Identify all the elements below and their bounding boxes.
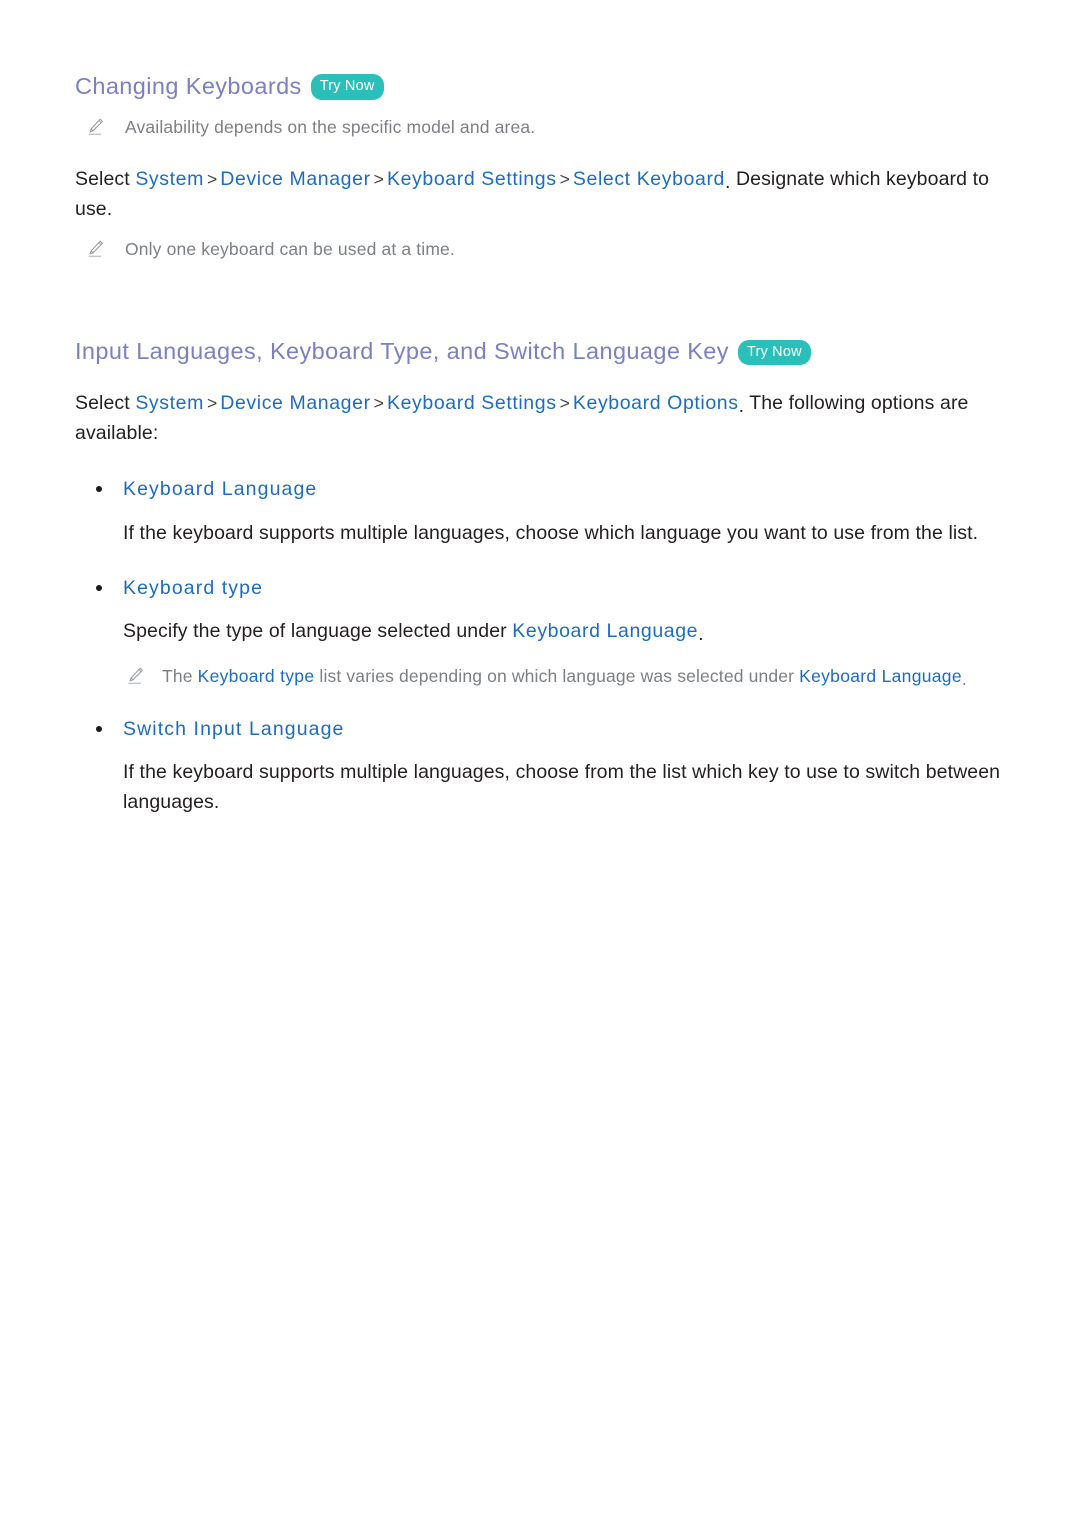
try-now-badge[interactable]: Try Now	[310, 74, 384, 100]
inline-link-keyboard-language[interactable]: Keyboard Language	[799, 666, 962, 686]
path-separator-icon: >	[559, 393, 570, 414]
path-separator-icon: >	[559, 169, 570, 190]
path-item-keyboard-settings[interactable]: Keyboard Settings	[387, 168, 557, 190]
option-description-switch-input-language: If the keyboard supports multiple langua…	[123, 761, 1001, 814]
menu-path-keyboard-options: Select System > Device Manager > Keyboard Se…	[75, 365, 1005, 448]
path-item-keyboard-options[interactable]: Keyboard Options	[573, 392, 739, 414]
path-item-select-keyboard[interactable]: Select Keyboard	[573, 168, 725, 190]
inline-link-keyboard-language[interactable]: Keyboard Language	[512, 620, 698, 642]
note-text: The Keyboard type list varies depending …	[162, 663, 1005, 690]
note-part-2: list varies depending on which language …	[319, 666, 795, 687]
option-label-keyboard-language[interactable]: Keyboard Language	[123, 475, 317, 503]
list-item: Keyboard Language	[75, 448, 1005, 503]
list-item: Switch Input Language	[75, 690, 1005, 743]
path-separator-icon: >	[206, 393, 218, 414]
note-period: .	[961, 669, 967, 690]
path-item-device-manager[interactable]: Device Manager	[220, 392, 370, 414]
path-lead: Select	[75, 392, 130, 415]
path-period: .	[724, 171, 731, 194]
section-heading-input-languages: Input Languages, Keyboard Type, and Swit…	[75, 263, 1005, 366]
path-lead: Select	[75, 168, 130, 191]
path-separator-icon: >	[206, 169, 218, 190]
note-one-keyboard: Only one keyboard can be used at a time.	[75, 224, 1005, 263]
note-availability: Availability depends on the specific mod…	[75, 100, 1005, 141]
note-text: Only one keyboard can be used at a time.	[125, 239, 455, 260]
section-heading-text: Changing Keyboards	[75, 73, 302, 99]
pencil-icon	[127, 667, 144, 686]
menu-path-select-keyboard: Select System > Device Manager > Keyboard Se…	[75, 141, 1005, 224]
description-lead: Specify the type of language selected un…	[123, 620, 507, 643]
path-item-system[interactable]: System	[135, 168, 204, 190]
inline-link-keyboard-type[interactable]: Keyboard type	[198, 666, 315, 686]
section-heading-text: Input Languages, Keyboard Type, and Swit…	[75, 338, 729, 365]
note-text: Availability depends on the specific mod…	[125, 117, 536, 138]
path-separator-icon: >	[373, 393, 384, 414]
pencil-icon	[87, 118, 104, 137]
bullet-dot-icon	[96, 726, 102, 733]
option-label-keyboard-type[interactable]: Keyboard type	[123, 574, 263, 602]
path-item-system[interactable]: System	[135, 392, 204, 414]
document-page: Changing Keyboards Try Now Availability …	[0, 0, 1080, 1527]
option-label-switch-input-language[interactable]: Switch Input Language	[123, 715, 345, 743]
description-period: .	[698, 623, 704, 646]
list-item: Keyboard type	[75, 548, 1005, 602]
option-description-keyboard-type: Specify the type of language selected un…	[75, 602, 1005, 646]
pencil-icon	[87, 240, 104, 259]
note-keyboard-type-varies: The Keyboard type list varies depending …	[75, 646, 1005, 690]
option-description-keyboard-language: If the keyboard supports multiple langua…	[123, 522, 979, 545]
path-item-keyboard-settings[interactable]: Keyboard Settings	[387, 392, 557, 414]
path-period: .	[738, 395, 745, 418]
path-separator-icon: >	[373, 169, 384, 190]
try-now-badge[interactable]: Try Now	[737, 339, 811, 366]
note-part-1: The	[162, 666, 193, 687]
section-heading-changing-keyboards: Changing Keyboards Try Now	[75, 0, 1005, 100]
bullet-dot-icon	[96, 585, 102, 592]
path-item-device-manager[interactable]: Device Manager	[220, 168, 370, 190]
bullet-dot-icon	[96, 486, 102, 493]
